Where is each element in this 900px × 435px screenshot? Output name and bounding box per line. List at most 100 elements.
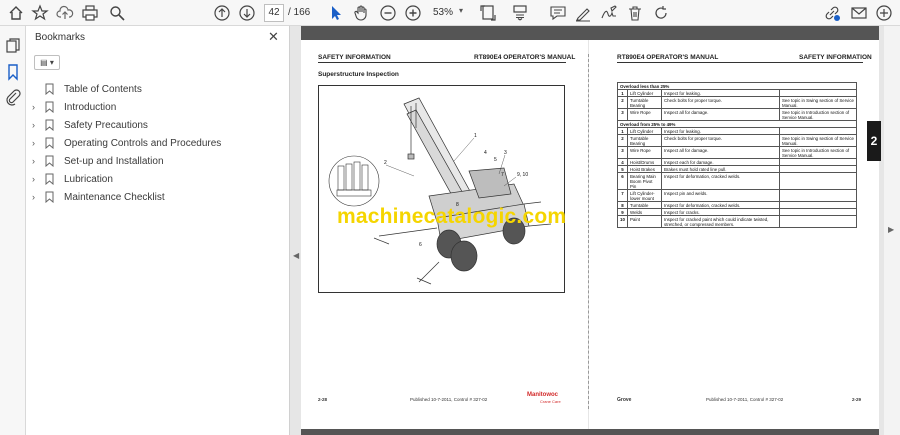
attachment-icon[interactable] xyxy=(3,87,23,107)
bookmark-item-table-of-contents[interactable]: Table of Contents xyxy=(32,81,142,97)
left-header-right: RT890E4 OPERATOR'S MANUAL xyxy=(474,54,576,61)
chevron-right-icon[interactable]: › xyxy=(32,156,42,166)
zoom-out-icon[interactable] xyxy=(378,3,398,23)
table-row: 3 Wire Rope Inspect all for damage. See top… xyxy=(617,146,857,159)
right-header-rule xyxy=(617,62,863,63)
collapse-panel-icon[interactable]: ◀ xyxy=(293,251,299,260)
expand-right-panel-icon[interactable]: ▶ xyxy=(888,225,894,234)
chevron-down-icon[interactable]: ▾ xyxy=(459,6,463,15)
bookmark-item-safety-precautions[interactable]: › Safety Precautions xyxy=(32,117,148,133)
section-title: Overload from 25% to 49% xyxy=(617,120,857,128)
crane-body xyxy=(373,97,552,285)
bookmark-label: Table of Contents xyxy=(64,83,142,95)
bookmark-icon xyxy=(45,155,54,167)
callout-3: 3 xyxy=(504,150,507,156)
manitowoc-logo: Manitowoc xyxy=(527,392,558,398)
chapter-tab-marker: 2 xyxy=(867,121,881,161)
bookmark-item-introduction[interactable]: › Introduction xyxy=(32,99,116,115)
chevron-right-icon[interactable]: › xyxy=(32,120,42,130)
table-row: 4 Hoist/Drums Inspect each for damage. xyxy=(617,158,857,166)
bookmark-icon xyxy=(45,101,54,113)
sign-icon[interactable] xyxy=(599,3,619,23)
print-icon[interactable] xyxy=(80,3,100,23)
bookmark-icon xyxy=(45,83,54,95)
page-divider xyxy=(588,54,589,409)
rotate-icon[interactable] xyxy=(651,3,671,23)
scroll-mode-icon[interactable] xyxy=(510,3,530,23)
trash-icon[interactable] xyxy=(625,3,645,23)
crane-figure: 1 2 3 4 5 6 7 8 9, 10 xyxy=(318,85,565,293)
hand-icon[interactable] xyxy=(351,3,371,23)
grove-logo: Grove xyxy=(617,397,632,403)
table-row: 5 Hoist Brakes Brakes must hold rated line… xyxy=(617,165,857,173)
table-row: 8 Turntable Inspect for deformation, crack… xyxy=(617,201,857,209)
table-row: 1 Lift Cylinder Inspect for leaking. xyxy=(617,89,857,97)
bookmark-options-button[interactable]: ▤ ▾ xyxy=(34,55,60,70)
bookmark-label: Lubrication xyxy=(64,173,113,185)
left-tool-rail xyxy=(0,26,26,435)
chevron-right-icon[interactable]: › xyxy=(32,138,42,148)
bookmark-icon xyxy=(45,119,54,131)
home-icon[interactable] xyxy=(6,3,26,23)
chevron-right-icon[interactable]: › xyxy=(32,192,42,202)
top-toolbar: 42 / 166 53% ▾ xyxy=(0,0,900,26)
bookmark-label: Operating Controls and Procedures xyxy=(64,137,222,149)
pages-icon[interactable] xyxy=(3,36,23,56)
callout-5: 5 xyxy=(494,157,497,163)
bookmark-icon xyxy=(45,191,54,203)
right-published: Published 10-7-2011, Control # 327-02 xyxy=(706,397,784,402)
bookmark-item-operating-controls[interactable]: › Operating Controls and Procedures xyxy=(32,135,221,151)
watermark-text: machinecatalogic.com xyxy=(337,205,567,228)
bookmarks-panel: Bookmarks ✕ ▤ ▾ Table of Contents › Intr… xyxy=(26,26,290,435)
right-page-number: 2-29 xyxy=(852,397,862,402)
zoom-level[interactable]: 53% xyxy=(433,7,453,18)
bookmark-label: Set-up and Installation xyxy=(64,155,164,167)
right-header-right: SAFETY INFORMATION xyxy=(799,54,872,61)
callout-6: 6 xyxy=(419,242,422,248)
mail-icon[interactable] xyxy=(849,3,869,23)
left-published: Published 10-7-2011, Control # 327-02 xyxy=(410,397,488,402)
callout-9-10: 9, 10 xyxy=(517,172,528,178)
bookmark-panel-icon[interactable] xyxy=(3,62,23,82)
table-row: 7 Lift Cylinder-lower mount Inspect pin an… xyxy=(617,189,857,202)
chevron-right-icon[interactable]: › xyxy=(32,174,42,184)
vertical-scrollbar[interactable]: ▶ xyxy=(884,26,900,435)
section-title: Overload less than 25% xyxy=(617,82,857,90)
left-header-rule xyxy=(318,62,566,63)
page-top-band xyxy=(301,26,879,40)
table-row: 10 Paint Inspect for cracked paint which c… xyxy=(617,215,857,228)
page-bottom-band xyxy=(301,429,879,435)
zoom-in-icon[interactable] xyxy=(403,3,423,23)
comment-icon[interactable] xyxy=(548,3,568,23)
fit-page-icon[interactable] xyxy=(478,3,498,23)
bookmark-item-lubrication[interactable]: › Lubrication xyxy=(32,171,113,187)
close-icon[interactable]: ✕ xyxy=(268,29,279,45)
callout-4: 4 xyxy=(484,150,487,156)
callout-7: 7 xyxy=(501,172,504,178)
page-number-input[interactable]: 42 xyxy=(264,4,284,22)
table-row: 3 Wire Rope Inspect all for damage. See top… xyxy=(617,108,857,121)
search-icon[interactable] xyxy=(107,3,127,23)
bookmark-label: Maintenance Checklist xyxy=(64,191,165,203)
account-icon[interactable] xyxy=(874,3,894,23)
table-row: 6 Bearing Main Boom Pivot Pin Inspect for … xyxy=(617,172,857,190)
bookmark-item-maintenance-checklist[interactable]: › Maintenance Checklist xyxy=(32,189,165,205)
crane-illustration: 1 2 3 4 5 6 7 8 9, 10 xyxy=(328,97,552,285)
bookmark-item-setup-installation[interactable]: › Set-up and Installation xyxy=(32,153,164,169)
upload-icon[interactable] xyxy=(55,3,75,23)
bookmark-icon xyxy=(45,173,54,185)
page-down-icon[interactable] xyxy=(237,3,257,23)
page-up-icon[interactable] xyxy=(212,3,232,23)
left-subtitle: Superstructure Inspection xyxy=(318,71,399,78)
table-row: 2 Turntable Bearing Check bolts for proper… xyxy=(617,96,857,109)
star-icon[interactable] xyxy=(30,3,50,23)
select-cursor-icon[interactable] xyxy=(326,3,346,23)
bookmarks-title: Bookmarks xyxy=(35,32,86,43)
chevron-right-icon[interactable]: › xyxy=(32,102,42,112)
share-link-icon[interactable] xyxy=(822,3,842,23)
table-row: 2 Turntable Bearing Check bolts for proper… xyxy=(617,134,857,147)
overload-inspection-table: Overload less than 25% 1 Lift Cylinder Ins… xyxy=(617,82,857,228)
bookmark-icon xyxy=(45,137,54,149)
highlight-icon[interactable] xyxy=(573,3,593,23)
bookmark-label: Introduction xyxy=(64,101,117,113)
